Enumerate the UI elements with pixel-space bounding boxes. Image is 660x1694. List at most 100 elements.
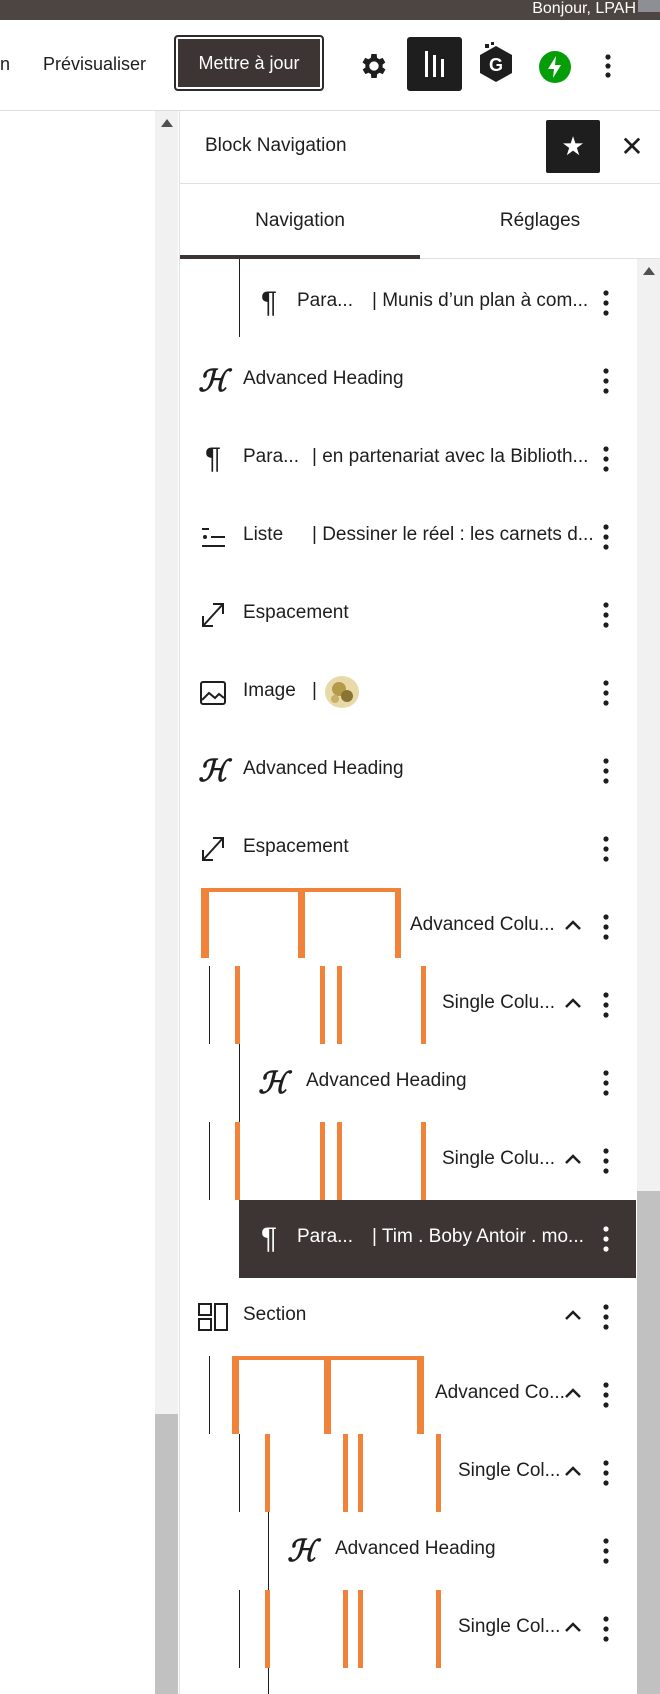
block-type: Advanced Heading [243,368,404,389]
g-plugin-icon[interactable]: G [476,42,516,86]
list-item[interactable]: Single Colu... [180,1122,636,1200]
list-view-icon [425,51,444,77]
list-item[interactable]: ¶ Para... | en partenariat avec la Bibli… [180,420,636,498]
heading-icon: ℋ [258,1065,288,1101]
more-icon[interactable] [600,1068,612,1098]
image-icon [200,681,226,705]
block-type: Advanced Colu... [410,914,555,935]
scroll-up-arrow-icon[interactable] [643,267,655,275]
close-icon[interactable]: ✕ [614,129,650,165]
spacer-icon [202,603,224,627]
list-item[interactable]: ¶ Para... | Munis d’un plan à com... [180,264,636,342]
list-item[interactable]: ℋ Advanced Heading [180,342,636,420]
toolbar-cut-label[interactable]: n [0,54,10,75]
more-icon[interactable] [600,912,612,942]
chevron-up-icon[interactable] [562,914,584,936]
editor-toolbar: n Prévisualiser Mettre à jour G [0,20,660,111]
admin-bar: Bonjour, LPAH [0,0,660,20]
more-icon[interactable] [600,444,612,474]
more-icon[interactable] [600,1458,612,1488]
more-icon[interactable] [600,678,612,708]
block-type: Para... [243,446,299,467]
chevron-up-icon[interactable] [562,1616,584,1638]
list-item[interactable]: Single Col... [180,1590,636,1668]
list-icon [202,528,225,547]
list-item[interactable]: Advanced Colu... [180,888,636,966]
chevron-up-icon[interactable] [562,1148,584,1170]
list-item[interactable]: Advanced Co... [180,1356,636,1434]
editor-canvas[interactable] [0,111,160,1694]
block-type: Single Colu... [442,1148,556,1169]
panel-header: Block Navigation ★ ✕ [180,111,660,184]
block-type: Para... [297,1226,353,1247]
more-icon[interactable] [600,756,612,786]
block-type: Section [243,1304,307,1325]
gear-icon[interactable] [358,50,390,82]
block-navigation-panel: Block Navigation ★ ✕ Navigation Réglages… [179,111,660,1694]
heading-icon: ℋ [198,753,228,789]
jetpack-icon[interactable] [539,51,571,83]
avatar[interactable] [638,0,660,12]
star-icon[interactable]: ★ [546,120,600,173]
update-button[interactable]: Mettre à jour [174,35,324,91]
tab-settings[interactable]: Réglages [420,183,660,258]
more-icon[interactable] [600,1614,612,1644]
block-type: Para... [297,290,353,311]
image-thumbnail [325,676,359,708]
list-item[interactable]: Liste | Dessiner le réel : les carnets d… [180,498,636,576]
chevron-up-icon[interactable] [562,1460,584,1482]
list-item[interactable]: ℋ Advanced Heading [180,1044,636,1122]
block-type: Single Colu... [442,992,556,1013]
block-type: Espacement [243,836,349,857]
admin-greeting[interactable]: Bonjour, LPAH [532,0,636,20]
chevron-up-icon[interactable] [562,992,584,1014]
list-item[interactable]: Single Col... [180,1434,636,1512]
list-view-button[interactable] [407,37,462,91]
more-icon[interactable] [600,1380,612,1410]
list-item[interactable]: Espacement [180,810,636,888]
more-icon[interactable] [600,1302,612,1332]
paragraph-icon: ¶ [260,286,278,319]
more-icon[interactable] [600,1224,612,1254]
list-item[interactable]: Image | [180,654,636,732]
panel-title: Block Navigation [205,135,347,156]
list-item[interactable]: Espacement [180,576,636,654]
more-icon[interactable] [600,288,612,318]
block-detail: | Dessiner le réel : les carnets d... [312,524,594,545]
paragraph-icon: ¶ [204,442,222,475]
more-icon[interactable] [600,366,612,396]
block-type: Single Col... [458,1460,561,1481]
more-icon[interactable] [600,834,612,864]
list-item[interactable]: Single Colu... [180,966,636,1044]
panel-scroll-thumb[interactable] [637,1191,660,1694]
more-icon[interactable] [600,1146,612,1176]
more-icon[interactable] [600,522,612,552]
list-item-selected[interactable]: ¶ Para... | Tim . Boby Antoir . mo... [239,1200,636,1278]
tab-navigation[interactable]: Navigation [180,183,420,259]
section-icon [198,1303,228,1331]
panel-scrollbar[interactable] [637,259,660,1694]
more-options-icon[interactable] [598,50,618,82]
block-detail: | en partenariat avec la Biblioth... [312,446,589,467]
heading-icon: ℋ [198,363,228,399]
block-type: Espacement [243,602,349,623]
block-list: ¶ Para... | Munis d’un plan à com... ℋ A… [180,259,636,1694]
list-item[interactable]: Section [180,1278,636,1356]
chevron-up-icon[interactable] [562,1382,584,1404]
list-item[interactable]: ℋ Advanced Heading [180,1512,636,1590]
more-icon[interactable] [600,1536,612,1566]
chevron-up-icon[interactable] [562,1304,584,1326]
block-type: Advanced Heading [306,1070,467,1091]
block-detail: | [312,680,317,701]
canvas-scroll-thumb[interactable] [155,1414,178,1694]
block-type: Advanced Heading [243,758,404,779]
scroll-up-arrow-icon[interactable] [161,119,173,127]
more-icon[interactable] [600,600,612,630]
more-icon[interactable] [600,990,612,1020]
canvas-scrollbar[interactable] [155,111,178,1694]
block-detail: | Munis d’un plan à com... [372,290,589,311]
preview-button[interactable]: Prévisualiser [43,54,146,75]
list-item[interactable]: ℋ Advanced Heading [180,732,636,810]
block-type: Advanced Co... [435,1382,565,1403]
block-detail: | Tim . Boby Antoir . mo... [372,1226,584,1247]
